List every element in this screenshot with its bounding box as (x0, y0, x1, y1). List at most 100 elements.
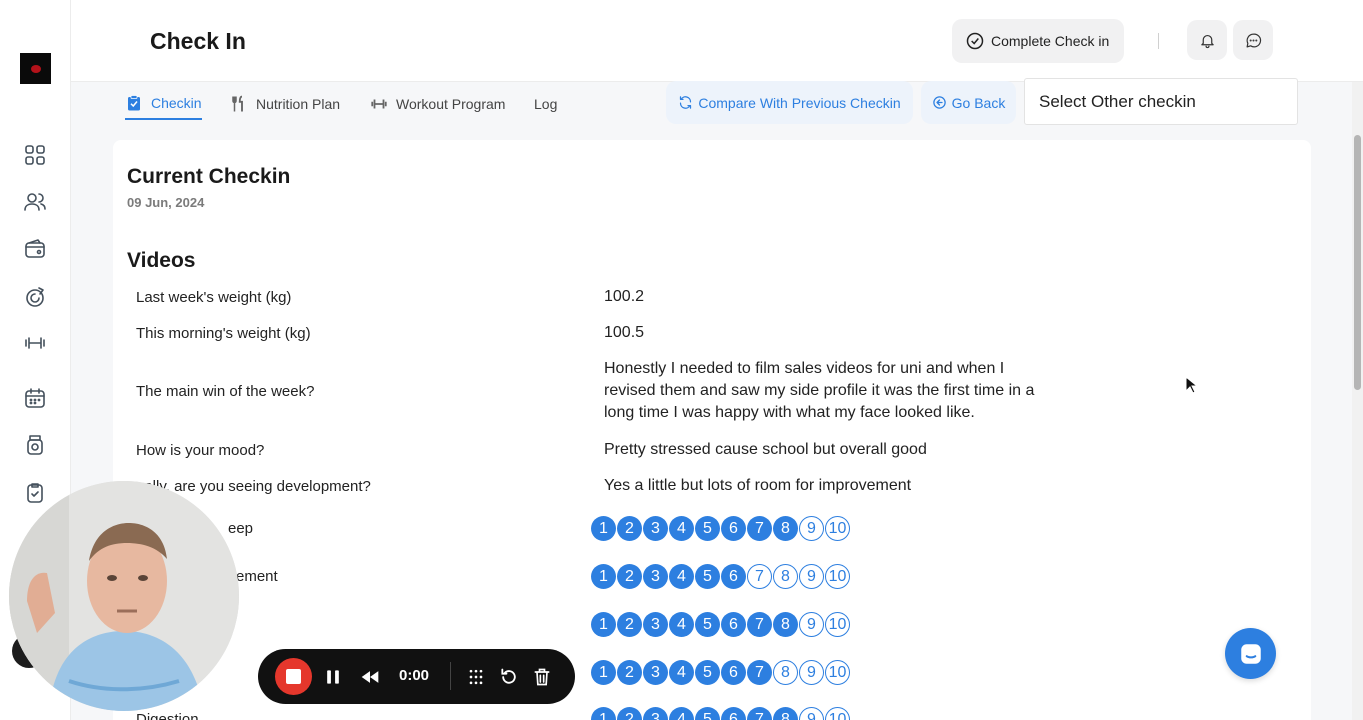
rating-option-2[interactable]: 2 (617, 564, 642, 589)
notifications-button[interactable] (1187, 20, 1227, 60)
rating-option-1[interactable]: 1 (591, 564, 616, 589)
rating-option-7[interactable]: 7 (747, 564, 772, 589)
rewind-icon (361, 671, 379, 683)
tab-nutrition-plan[interactable]: Nutrition Plan (230, 88, 340, 120)
rating-option-10[interactable]: 10 (825, 612, 850, 637)
tab-checkin[interactable]: Checkin (125, 88, 202, 120)
complete-checkin-label: Complete Check in (991, 33, 1110, 49)
rating-option-3[interactable]: 3 (643, 660, 668, 685)
rating-option-5[interactable]: 5 (695, 564, 720, 589)
rating-option-6[interactable]: 6 (721, 516, 746, 541)
messages-button[interactable] (1233, 20, 1273, 60)
rating-option-5[interactable]: 5 (695, 660, 720, 685)
tab-log[interactable]: Log (534, 88, 557, 120)
rating-option-4[interactable]: 4 (669, 564, 694, 589)
rating-option-2[interactable]: 2 (617, 707, 642, 720)
rating-option-4[interactable]: 4 (669, 516, 694, 541)
rating-option-6[interactable]: 6 (721, 564, 746, 589)
rating-option-9[interactable]: 9 (799, 612, 824, 637)
support-chat-button[interactable] (1225, 628, 1276, 679)
dumbbell-icon (371, 99, 387, 109)
refresh-arrows-icon (680, 96, 692, 109)
rating-option-10[interactable]: 10 (825, 707, 850, 720)
rating-option-5[interactable]: 5 (695, 612, 720, 637)
clipboard-check-icon (128, 95, 140, 111)
rating-option-9[interactable]: 9 (799, 707, 824, 720)
rating-option-6[interactable]: 6 (721, 707, 746, 720)
rating-option-3[interactable]: 3 (643, 612, 668, 637)
stop-recording-button[interactable] (275, 658, 312, 695)
rating-option-3[interactable]: 3 (643, 516, 668, 541)
rating-option-10[interactable]: 10 (825, 660, 850, 685)
rating-option-8[interactable]: 8 (773, 564, 798, 589)
workout-dumbbell-icon[interactable] (22, 330, 48, 356)
checkin-date: 09 Jun, 2024 (127, 195, 205, 210)
rating-option-10[interactable]: 10 (825, 516, 850, 541)
pause-icon (327, 670, 339, 684)
pause-button[interactable] (321, 665, 345, 689)
rating-option-8[interactable]: 8 (773, 707, 798, 720)
rating-option-1[interactable]: 1 (591, 660, 616, 685)
check-circle-icon (966, 32, 984, 50)
rating-option-6[interactable]: 6 (721, 660, 746, 685)
tab-label: Checkin (151, 95, 202, 111)
page-title: Check In (150, 28, 246, 54)
select-placeholder: Select Other checkin (1039, 91, 1196, 111)
tab-workout-program[interactable]: Workout Program (370, 88, 505, 120)
rating-option-4[interactable]: 4 (669, 612, 694, 637)
rating-option-9[interactable]: 9 (799, 516, 824, 541)
delete-recording-button[interactable] (530, 665, 554, 689)
rating-option-1[interactable]: 1 (591, 612, 616, 637)
rating-option-2[interactable]: 2 (617, 516, 642, 541)
rating-option-7[interactable]: 7 (747, 516, 772, 541)
rating-option-7[interactable]: 7 (747, 660, 772, 685)
tab-label: Nutrition Plan (256, 96, 341, 112)
top-header: Check In Complete Check in (71, 0, 1363, 82)
rating-option-7[interactable]: 7 (747, 707, 772, 720)
compare-previous-checkin-button[interactable]: Compare With Previous Checkin (666, 81, 913, 124)
rating-option-5[interactable]: 5 (695, 516, 720, 541)
go-back-button[interactable]: Go Back (921, 81, 1016, 124)
tab-label: Workout Program (396, 96, 506, 112)
brand-logo[interactable] (20, 53, 51, 84)
grid-dots-icon (469, 669, 483, 685)
rating-option-6[interactable]: 6 (721, 612, 746, 637)
rating-option-4[interactable]: 4 (669, 707, 694, 720)
calendar-icon[interactable] (22, 385, 48, 411)
rating-option-8[interactable]: 8 (773, 660, 798, 685)
rating-option-2[interactable]: 2 (617, 612, 642, 637)
compare-label: Compare With Previous Checkin (698, 94, 901, 111)
rating-option-3[interactable]: 3 (643, 707, 668, 720)
rating-option-2[interactable]: 2 (617, 660, 642, 685)
complete-checkin-button[interactable]: Complete Check in (952, 19, 1124, 63)
answer-value: 100.2 (604, 288, 645, 305)
scrollbar-thumb[interactable] (1354, 135, 1361, 390)
checkin-clipboard-icon[interactable] (22, 480, 48, 506)
supplement-jar-icon[interactable] (22, 432, 48, 458)
recorder-divider (450, 662, 451, 690)
rating-option-1[interactable]: 1 (591, 516, 616, 541)
rewind-button[interactable] (358, 665, 382, 689)
rating-option-3[interactable]: 3 (643, 564, 668, 589)
webcam-bubble (9, 481, 239, 711)
nutrition-icon[interactable] (22, 284, 48, 310)
rating-option-9[interactable]: 9 (799, 564, 824, 589)
rating-option-9[interactable]: 9 (799, 660, 824, 685)
rating-scale: 1 2 3 4 5 6 7 8 9 10 (591, 707, 850, 720)
rating-option-8[interactable]: 8 (773, 516, 798, 541)
rating-option-5[interactable]: 5 (695, 707, 720, 720)
restart-icon (501, 668, 516, 684)
rating-option-7[interactable]: 7 (747, 612, 772, 637)
rating-option-4[interactable]: 4 (669, 660, 694, 685)
dashboard-grid-icon[interactable] (22, 142, 48, 168)
question-label: This morning's weight (kg) (136, 325, 311, 342)
rating-option-10[interactable]: 10 (825, 564, 850, 589)
drag-handle[interactable] (464, 665, 488, 689)
rating-option-8[interactable]: 8 (773, 612, 798, 637)
fork-knife-icon (232, 95, 243, 112)
clients-icon[interactable] (22, 189, 48, 215)
restart-button[interactable] (497, 665, 521, 689)
wallet-icon[interactable] (22, 236, 48, 262)
select-other-checkin-dropdown[interactable]: Select Other checkin (1024, 78, 1298, 125)
rating-option-1[interactable]: 1 (591, 707, 616, 720)
